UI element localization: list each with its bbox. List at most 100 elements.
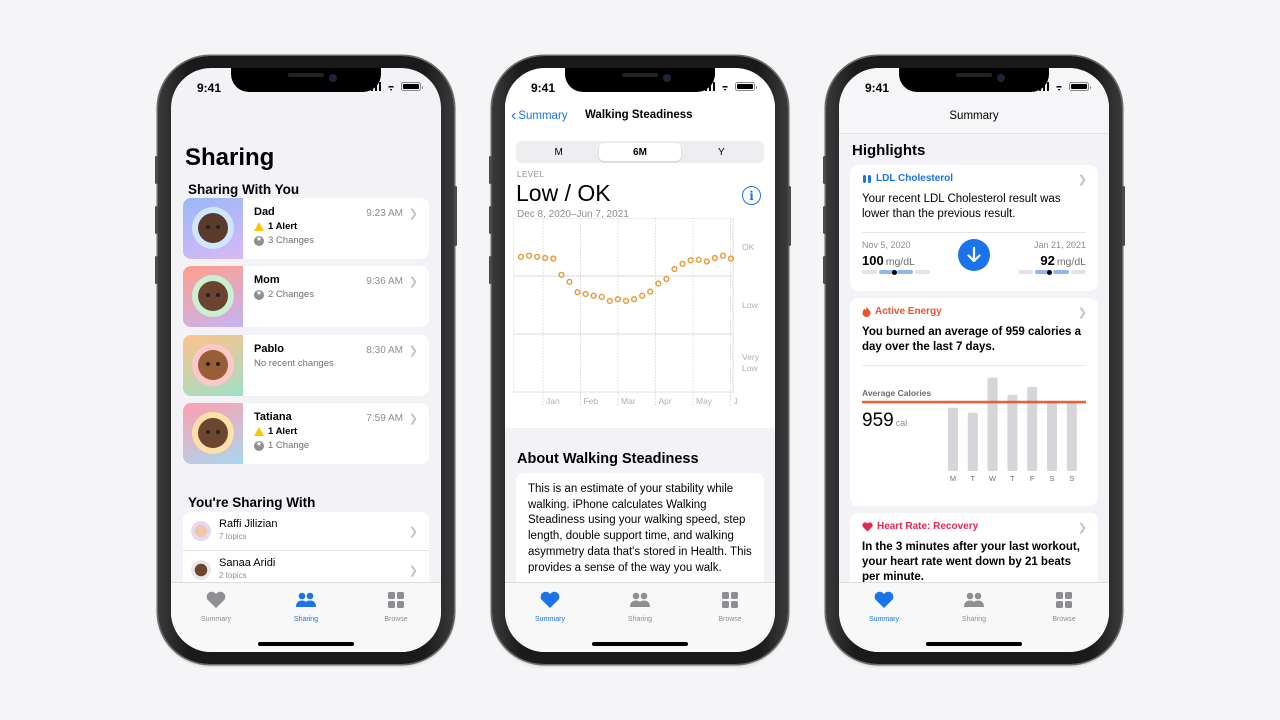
changes-line: No recent changes: [254, 358, 417, 369]
alert-line: 1 Alert: [254, 426, 417, 437]
grid-icon: [1053, 591, 1075, 614]
section-header-sharing-with-you: Sharing With You: [188, 182, 300, 197]
nav-title: Walking Steadiness: [585, 109, 693, 121]
sharing-card[interactable]: Tatiana 7:59 AM ❯ 1 Alert 1 Change: [183, 403, 429, 464]
info-icon[interactable]: i: [742, 186, 761, 205]
previous-value: 100: [862, 253, 884, 268]
y-band-label: OK: [742, 242, 755, 252]
avatar: [192, 207, 234, 249]
update-time: 9:36 AM: [366, 276, 403, 287]
changes-count: No recent changes: [254, 358, 334, 369]
day-label: T: [971, 474, 976, 483]
previous-unit: mg/dL: [885, 256, 915, 268]
previous-date: Nov 5, 2020: [862, 240, 911, 250]
battery-icon: [735, 82, 757, 91]
category-label: Active Energy: [875, 306, 942, 317]
avatar: [191, 521, 211, 541]
home-indicator[interactable]: [926, 642, 1022, 646]
calorie-bar: [1047, 401, 1057, 471]
data-point: [590, 292, 597, 299]
memoji-face: [198, 281, 228, 311]
day-label: F: [1030, 474, 1035, 483]
person-name: Raffi Jilizian: [219, 518, 278, 530]
tab-summary[interactable]: Summary: [839, 583, 929, 652]
y-band-label: Very: [742, 352, 760, 362]
data-point: [558, 271, 565, 278]
chevron-right-icon: ❯: [408, 565, 418, 577]
data-point: [598, 293, 605, 300]
avatar: [192, 344, 234, 386]
memoji-face: [198, 418, 228, 448]
flame-icon: [862, 306, 871, 317]
people-icon: [963, 591, 985, 614]
data-point: [663, 275, 670, 283]
phone-sharing: 9:41 Sharing Sharing With You Dad 9:23 A…: [155, 56, 457, 664]
alert-count: 1 Alert: [268, 221, 298, 232]
update-time: 9:23 AM: [366, 208, 403, 219]
segment-month[interactable]: M: [518, 143, 599, 161]
alert-line: 1 Alert: [254, 221, 417, 232]
calorie-bars: MTWTFSS: [862, 377, 1086, 483]
nav-bar: ‹ Summary Walking Steadiness: [505, 108, 775, 138]
range-indicator: [1018, 269, 1086, 275]
segment-year[interactable]: Y: [681, 143, 762, 161]
level-caption: LEVEL: [517, 170, 545, 179]
data-point: [582, 290, 589, 298]
chevron-right-icon: ❯: [408, 276, 418, 288]
tab-summary[interactable]: Summary: [171, 583, 261, 652]
list-item-sharing-with[interactable]: Raffi Jilizian 7 topics ❯: [183, 512, 429, 551]
data-point: [703, 258, 710, 265]
tab-summary[interactable]: Summary: [505, 583, 595, 652]
tab-browse[interactable]: Browse: [685, 583, 775, 652]
sharing-card[interactable]: Pablo 8:30 AM ❯ No recent changes: [183, 335, 429, 396]
home-indicator[interactable]: [258, 642, 354, 646]
data-point: [679, 260, 686, 267]
changes-line: 3 Changes: [254, 235, 417, 246]
nav-title: Summary: [949, 110, 999, 122]
screen: 9:41 ‹ Summary Walking Steadiness M 6M Y…: [505, 68, 775, 652]
calorie-bar: [967, 412, 978, 471]
wifi-icon: [1053, 82, 1065, 91]
current-result: Jan 21, 2021 92 mg/dL: [1018, 240, 1086, 275]
highlight-category: LDL Cholesterol: [862, 173, 1086, 184]
notch: [565, 68, 715, 92]
data-point: [687, 257, 694, 264]
update-time: 7:59 AM: [366, 413, 403, 424]
x-tick-label: Feb: [584, 396, 599, 406]
x-tick-label: Mar: [621, 396, 636, 406]
memoji-face: [198, 350, 228, 380]
section-header-youre-sharing-with: You're Sharing With: [188, 495, 316, 510]
changes-line: 1 Change: [254, 440, 417, 451]
star-icon: [254, 289, 264, 300]
highlight-card-active-energy[interactable]: Active Energy ❯ You burned an average of…: [850, 298, 1098, 506]
back-button[interactable]: ‹ Summary: [511, 108, 568, 124]
data-point: [574, 289, 581, 296]
notch: [899, 68, 1049, 92]
avatar: [192, 412, 234, 454]
level-value: Low / OK: [516, 180, 611, 206]
tab-browse[interactable]: Browse: [1019, 583, 1109, 652]
warning-icon: [254, 222, 264, 231]
data-point: [517, 253, 525, 260]
about-heading: About Walking Steadiness: [517, 451, 699, 467]
sharing-card[interactable]: Mom 9:36 AM ❯ 2 Changes: [183, 266, 429, 327]
heart-icon: [862, 521, 873, 531]
tab-label: Sharing: [293, 616, 319, 623]
phone-walking-steadiness: 9:41 ‹ Summary Walking Steadiness M 6M Y…: [489, 56, 791, 664]
data-point: [671, 265, 678, 273]
range-indicator: [862, 269, 930, 275]
sharing-card[interactable]: Dad 9:23 AM ❯ 1 Alert 3 Changes: [183, 198, 429, 259]
tab-label: Summary: [535, 616, 565, 623]
data-point: [525, 252, 533, 259]
tab-browse[interactable]: Browse: [351, 583, 441, 652]
x-tick-label: J: [734, 396, 738, 406]
home-indicator[interactable]: [592, 642, 688, 646]
highlight-category: Heart Rate: Recovery: [862, 521, 1086, 532]
calorie-bar: [987, 377, 998, 471]
highlight-card-ldl[interactable]: LDL Cholesterol ❯ Your recent LDL Choles…: [850, 165, 1098, 291]
day-label: S: [1049, 474, 1054, 483]
people-icon: [629, 591, 651, 614]
segment-6-months[interactable]: 6M: [599, 143, 681, 161]
data-point: [614, 296, 622, 303]
highlight-message: Your recent LDL Cholesterol result was l…: [862, 193, 1061, 220]
